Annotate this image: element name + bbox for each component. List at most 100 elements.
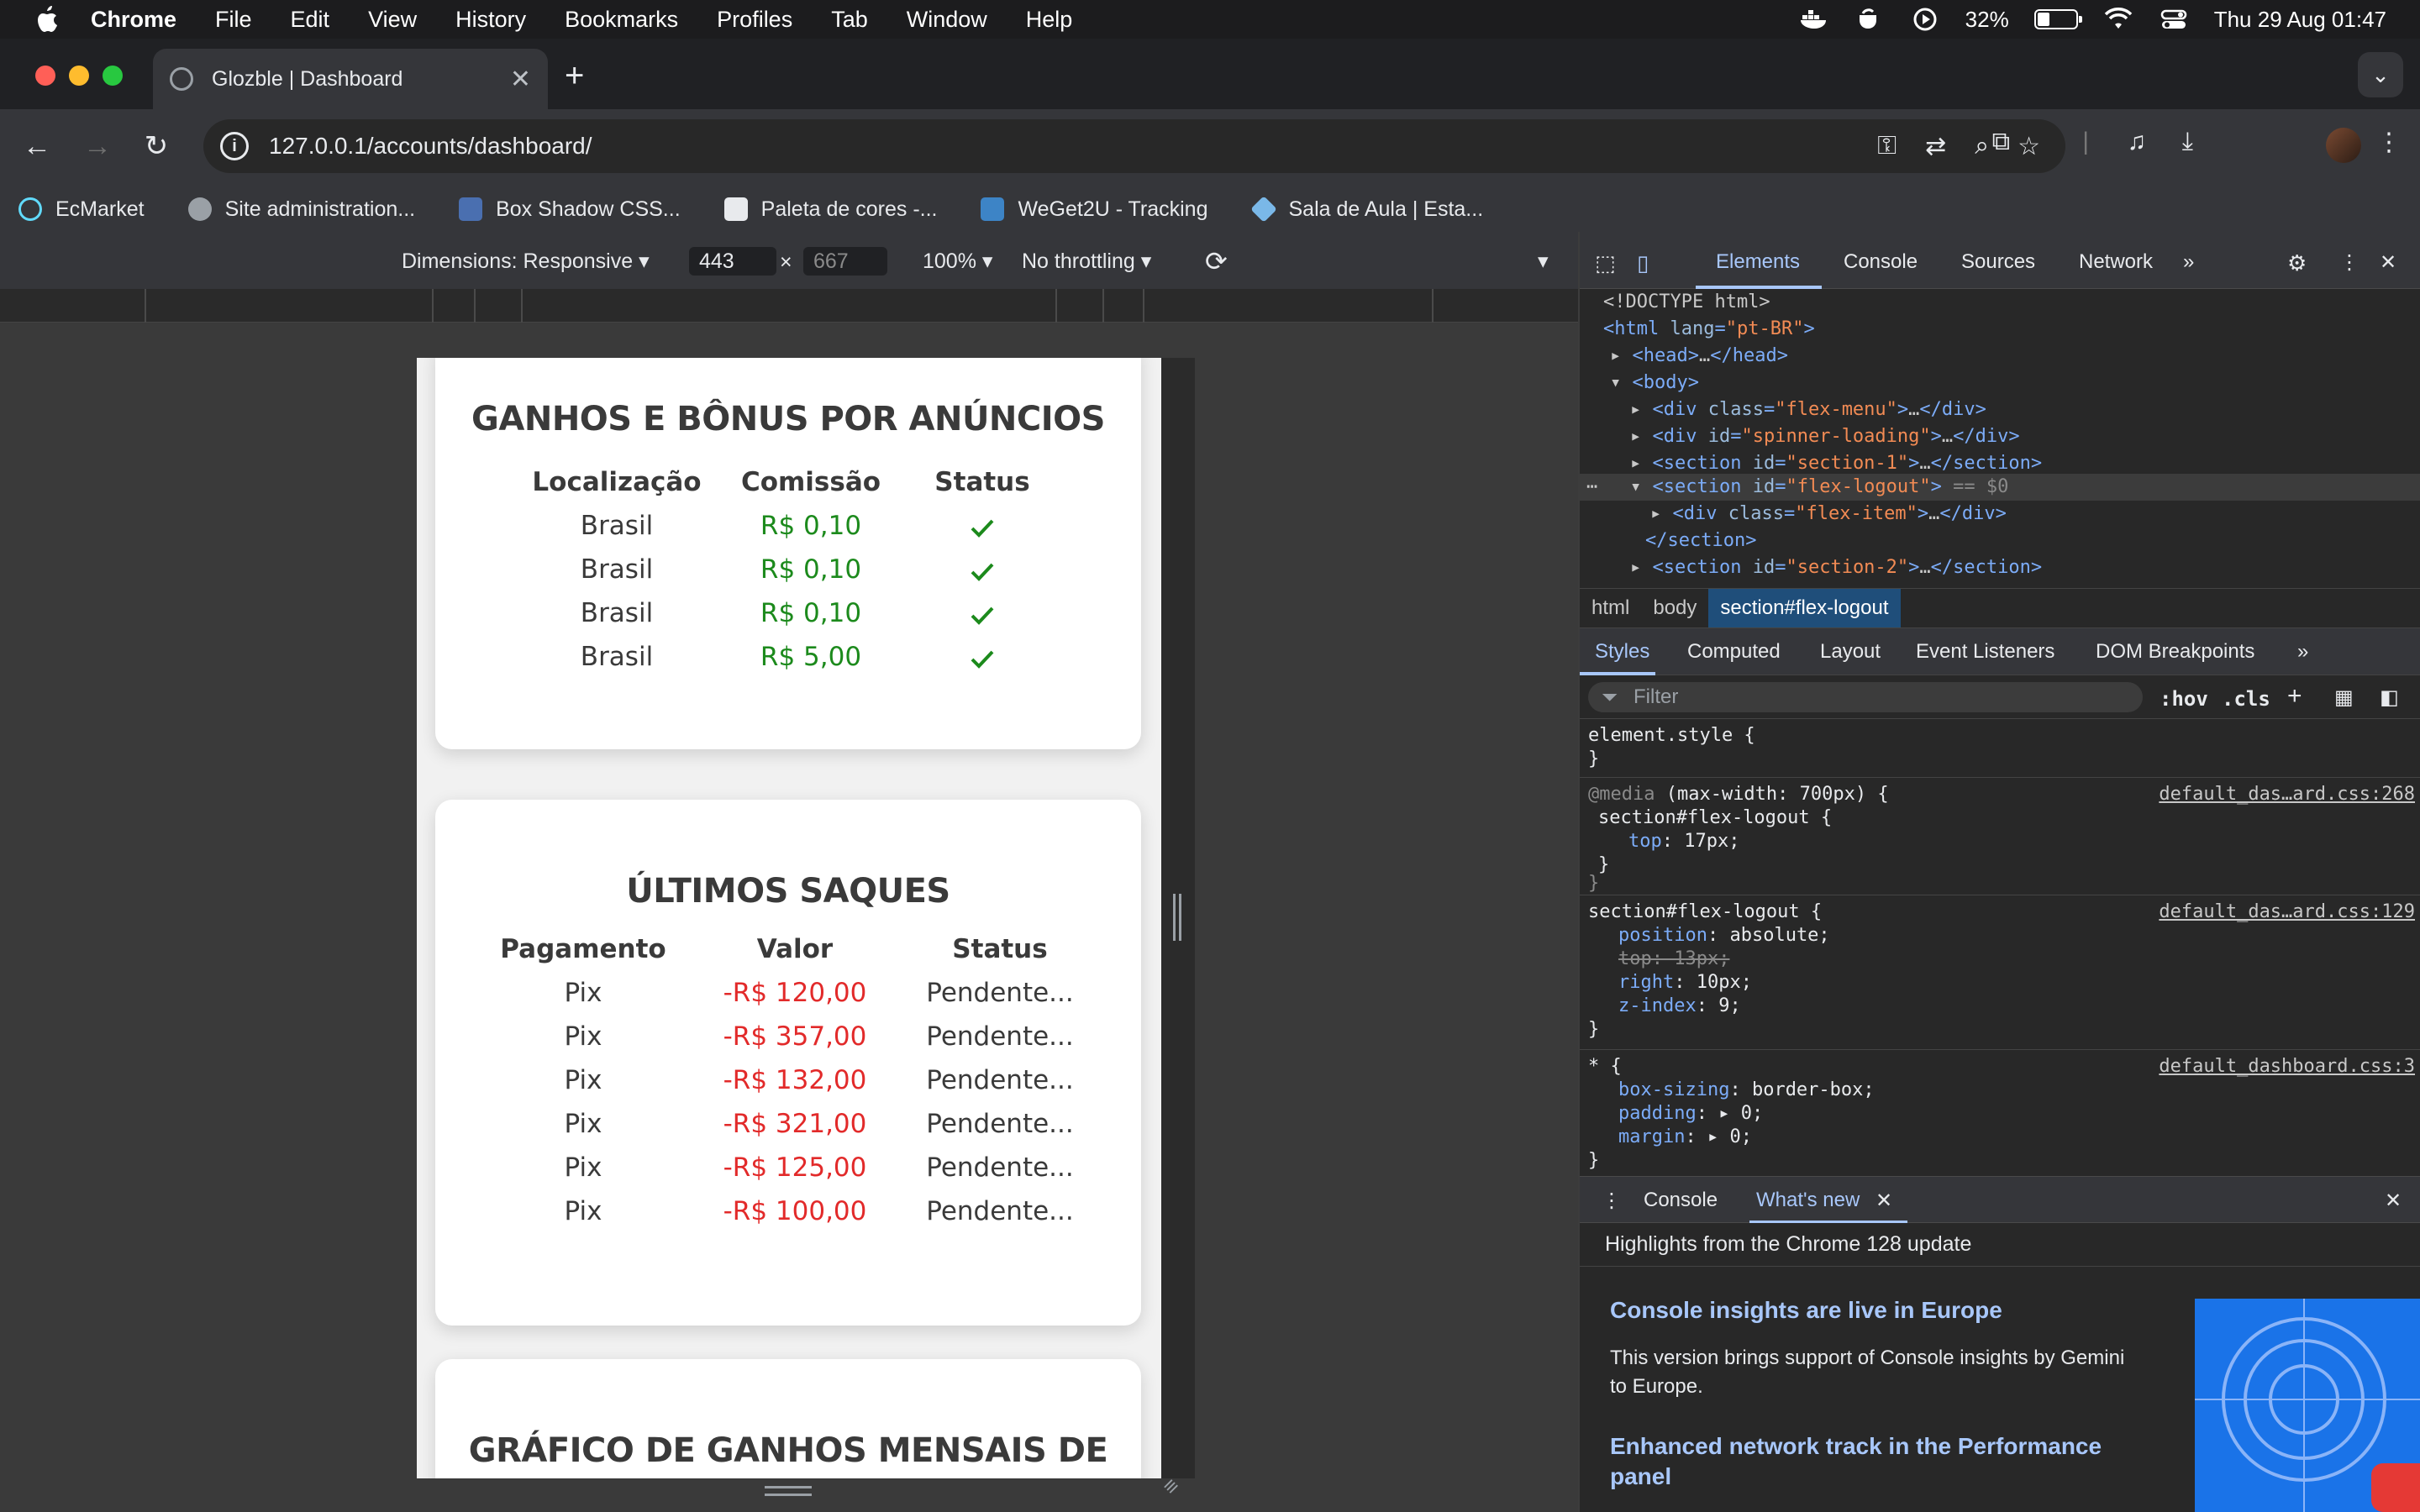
overridden-prop[interactable]: top: 13px; [1618, 948, 1729, 971]
sidebar-toggle-icon[interactable]: ◧ [2380, 685, 2399, 710]
tab-computed[interactable]: Computed [1687, 640, 1781, 664]
drawer-close-icon[interactable]: ✕ [2385, 1189, 2402, 1213]
width-input[interactable]: 443 [689, 247, 776, 276]
prop-value[interactable]: absolute; [1729, 925, 1829, 946]
dom-section-2[interactable]: ▸ <section id="section-2">…</section> [1630, 554, 2042, 581]
more-style-tabs-icon[interactable]: » [2297, 640, 2308, 664]
bookmark-sala-de-aula[interactable]: Sala de Aula | Esta... [1249, 196, 1483, 223]
dom-div-spinner[interactable]: ▸ <div id="spinner-loading">…</div> [1630, 423, 2020, 450]
device-options-icon[interactable]: ▾ [1538, 249, 1549, 274]
prop-name[interactable]: z-index [1618, 995, 1697, 1016]
menu-file[interactable]: File [215, 7, 252, 33]
rule-element-style[interactable]: element.style { } [1580, 719, 2420, 778]
bookmark-weget2u[interactable]: WeGet2U - Tracking [981, 197, 1208, 222]
dom-tree[interactable]: <!DOCTYPE html> <html lang="pt-BR"> ▸ <h… [1580, 289, 2420, 578]
chrome-menu-icon[interactable]: ⋮ [2376, 128, 2402, 157]
bookmark-paleta[interactable]: Paleta de cores -... [723, 197, 937, 222]
tab-dom-breakpoints[interactable]: DOM Breakpoints [2096, 640, 2254, 664]
menu-window[interactable]: Window [907, 7, 987, 33]
prop-value[interactable]: 17px; [1684, 831, 1739, 852]
prop-name[interactable]: box-sizing [1618, 1079, 1729, 1100]
bookmark-ecmarket[interactable]: EcMarket [18, 197, 145, 222]
close-window-button[interactable] [35, 66, 55, 86]
drawer-tab-close-icon[interactable]: ✕ [1876, 1189, 1892, 1213]
control-center-icon[interactable] [2159, 7, 2189, 32]
tab-event-listeners[interactable]: Event Listeners [1916, 640, 2054, 664]
paint-brush-icon[interactable]: ▦ [2334, 685, 2354, 710]
rule-flex-logout[interactable]: section#flex-logout { default_das…ard.cs… [1580, 895, 2420, 1050]
device-toggle-icon[interactable]: ▯ [1637, 250, 1649, 276]
cls-toggle[interactable]: .cls [2222, 687, 2270, 711]
dom-head[interactable]: ▸ <head>…</head> [1610, 343, 1788, 370]
tab-close-icon[interactable]: ✕ [510, 65, 531, 94]
dom-div-flex-item[interactable]: ▸ <div class="flex-item">…</div> [1650, 501, 2007, 528]
menu-history[interactable]: History [455, 7, 526, 33]
bottom-resize-handle[interactable] [765, 1486, 812, 1496]
translate-icon[interactable]: ⇄ [1925, 132, 1946, 161]
extensions-icon[interactable]: ⧉ [1992, 128, 2010, 156]
prop-name[interactable]: right [1618, 972, 1674, 993]
bookmark-box-shadow[interactable]: Box Shadow CSS... [459, 197, 681, 222]
rule-universal[interactable]: * { default_dashboard.css:3 box-sizing: … [1580, 1050, 2420, 1176]
whats-new-video-thumbnail[interactable] [2195, 1299, 2420, 1512]
dom-body[interactable]: ▾ <body> [1610, 370, 1699, 396]
inspect-element-icon[interactable]: ⬚ [1595, 250, 1616, 276]
devtools-menu-icon[interactable]: ⋮ [2339, 250, 2360, 275]
tab-styles[interactable]: Styles [1595, 640, 1649, 664]
breadcrumb-section-flex-logout[interactable]: section#flex-logout [1708, 589, 1901, 627]
wifi-icon[interactable] [2103, 7, 2133, 32]
bookmark-star-icon[interactable]: ☆ [2018, 132, 2040, 161]
zoom-window-button[interactable] [103, 66, 123, 86]
bookmark-site-administration[interactable]: Site administration... [187, 197, 415, 222]
whats-new-panel[interactable]: Highlights from the Chrome 128 update Co… [1580, 1223, 2420, 1512]
menu-bookmarks[interactable]: Bookmarks [565, 7, 678, 33]
reload-button[interactable]: ↻ [134, 124, 178, 168]
address-url[interactable]: 127.0.0.1/accounts/dashboard/ [269, 133, 592, 160]
dom-section-flex-logout[interactable]: ▾ <section id="flex-logout"> == $0 [1630, 474, 2008, 501]
prop-name[interactable]: position [1618, 925, 1707, 946]
menu-profiles[interactable]: Profiles [717, 7, 792, 33]
throttling-dropdown[interactable]: No throttling ▾ [1022, 249, 1151, 274]
tab-elements[interactable]: Elements [1716, 250, 1800, 274]
drawer-menu-icon[interactable]: ⋮ [1602, 1189, 1622, 1213]
forward-button[interactable]: → [76, 124, 119, 168]
hov-toggle[interactable]: :hov [2160, 687, 2208, 711]
rotate-icon[interactable]: ⟳ [1205, 245, 1228, 277]
prop-name[interactable]: padding [1618, 1103, 1697, 1124]
dom-section-close[interactable]: </section> [1645, 528, 1756, 554]
prop-name[interactable]: margin [1618, 1126, 1685, 1147]
tab-network[interactable]: Network [2079, 250, 2153, 274]
devtools-close-icon[interactable]: ✕ [2380, 250, 2396, 275]
dimensions-dropdown[interactable]: Dimensions: Responsive ▾ [402, 249, 650, 274]
battery-icon[interactable] [2033, 9, 2082, 29]
drawer-tab-console[interactable]: Console [1644, 1189, 1718, 1212]
media-query-ruler[interactable] [0, 289, 1578, 323]
new-rule-icon[interactable]: + [2287, 682, 2302, 711]
downloads-icon[interactable]: ⤓ [2182, 128, 2193, 156]
docker-icon[interactable] [1799, 7, 1829, 32]
tab-sources[interactable]: Sources [1961, 250, 2035, 274]
prop-value[interactable]: 10px; [1697, 972, 1752, 993]
page-content[interactable]: GANHOS E BÔNUS POR ANÚNCIOS Localização … [417, 358, 1161, 1478]
styles-pane[interactable]: element.style { } @media (max-width: 700… [1580, 719, 2420, 1176]
back-button[interactable]: ← [15, 124, 59, 168]
whats-new-item2-title[interactable]: Enhanced network track in the Performanc… [1610, 1431, 2148, 1492]
apple-logo-icon[interactable] [34, 5, 59, 34]
menu-edit[interactable]: Edit [291, 7, 330, 33]
media-controls-icon[interactable]: ♫ [2128, 128, 2147, 156]
site-info-icon[interactable]: i [220, 132, 249, 160]
settings-gear-icon[interactable]: ⚙ [2287, 250, 2307, 276]
prop-value[interactable]: border-box; [1752, 1079, 1875, 1100]
menu-view[interactable]: View [368, 7, 417, 33]
address-bar[interactable]: i 127.0.0.1/accounts/dashboard/ ⚿ ⇄ ⌕ ☆ [203, 119, 2065, 173]
breadcrumb-body[interactable]: body [1641, 589, 1708, 627]
dom-div-flex-menu[interactable]: ▸ <div class="flex-menu">…</div> [1630, 396, 1986, 423]
dom-html[interactable]: <html lang="pt-BR"> [1603, 316, 1815, 343]
password-key-icon[interactable]: ⚿ [1877, 132, 1897, 160]
tab-glozble-dashboard[interactable]: Glozble | Dashboard ✕ [153, 49, 548, 109]
menu-tab[interactable]: Tab [831, 7, 868, 33]
whats-new-item1-title[interactable]: Console insights are live in Europe [1610, 1297, 2002, 1324]
prop-value[interactable]: 0; [1729, 1126, 1752, 1147]
rule-source-link[interactable]: default_dashboard.css:3 [2159, 1055, 2415, 1079]
breadcrumb-html[interactable]: html [1580, 589, 1641, 627]
